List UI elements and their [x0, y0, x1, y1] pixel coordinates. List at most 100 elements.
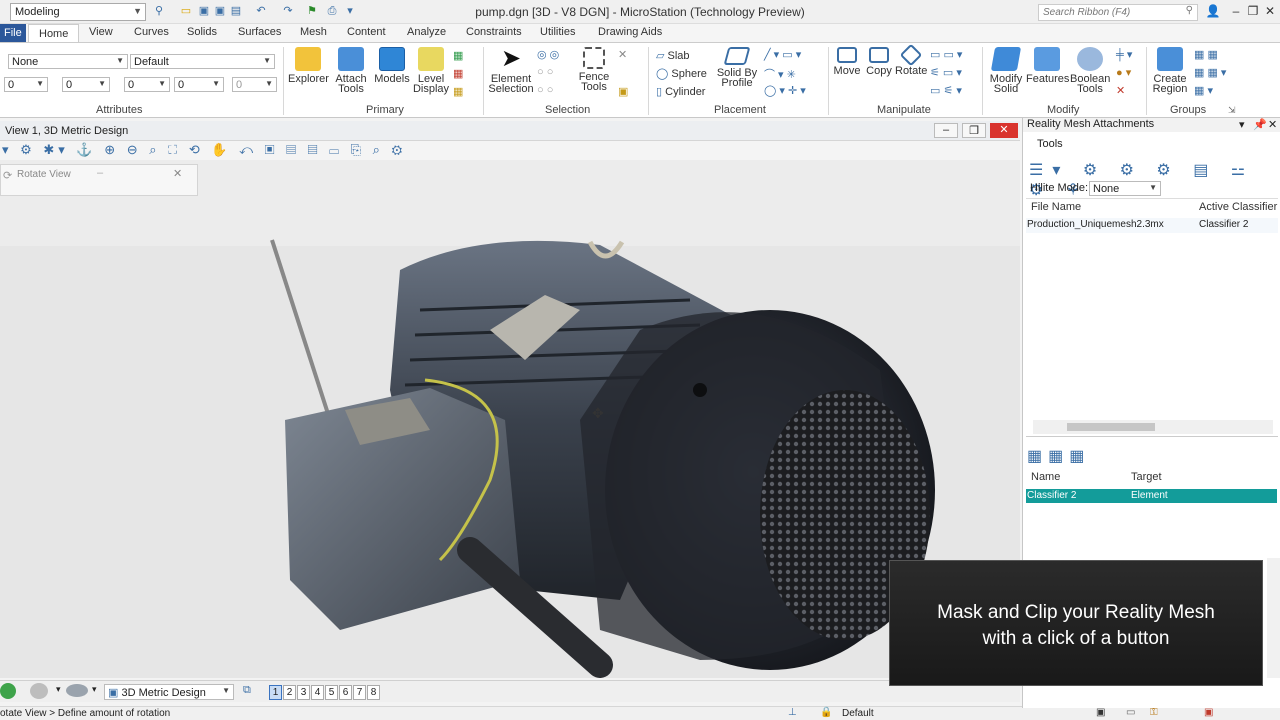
- tab-solids[interactable]: Solids: [181, 26, 223, 38]
- cylinder-tool[interactable]: ▯ Cylinder: [656, 85, 705, 98]
- modify-solid-button[interactable]: Modify Solid: [986, 47, 1026, 95]
- level-display-button[interactable]: Level Display: [412, 47, 450, 95]
- close-icon[interactable]: ✕: [1260, 2, 1280, 20]
- column-header-active-classifier[interactable]: Active Classifier: [1199, 201, 1277, 213]
- shell-icon[interactable]: ● ▾: [1116, 66, 1131, 79]
- clear-fence-icon[interactable]: ✕: [618, 48, 627, 61]
- view-button-1[interactable]: 1: [269, 685, 282, 700]
- explorer-button[interactable]: Explorer: [288, 47, 329, 85]
- lock-status-icon[interactable]: 🔒: [820, 707, 832, 718]
- sphere-tool[interactable]: ◯ Sphere: [656, 67, 707, 80]
- dialog-minimize-icon[interactable]: –: [97, 167, 103, 179]
- mirror-icon[interactable]: ⚟ ▭ ▾: [930, 66, 962, 79]
- snap-icon[interactable]: ⊥: [788, 707, 797, 718]
- attach-tools-button[interactable]: Attach Tools: [332, 47, 370, 95]
- select-all-icon[interactable]: ◎ ◎: [537, 48, 559, 61]
- fillet-icon[interactable]: ╪ ▾: [1116, 48, 1132, 61]
- horizontal-scrollbar[interactable]: [1033, 420, 1273, 434]
- tab-utilities[interactable]: Utilities: [534, 26, 581, 38]
- view-minimize-icon[interactable]: –: [934, 123, 958, 138]
- tab-file[interactable]: File: [0, 24, 26, 42]
- tab-view[interactable]: View: [83, 26, 119, 38]
- raster-icon[interactable]: ▦: [453, 85, 463, 98]
- color-combo[interactable]: 0 ▼: [4, 77, 48, 92]
- classifier-row-selected[interactable]: Classifier 2 Element: [1026, 489, 1277, 503]
- model-icon[interactable]: [66, 684, 88, 697]
- view-groups-icon[interactable]: ⧉: [243, 684, 251, 697]
- view-button-6[interactable]: 6: [339, 685, 352, 700]
- features-button[interactable]: Features: [1026, 47, 1069, 85]
- table-row[interactable]: Production_Uniquemesh2.3mx Classifier 2: [1026, 218, 1278, 233]
- search-ribbon-input[interactable]: Search Ribbon (F4) ⚲: [1038, 4, 1198, 21]
- tab-drawing-aids[interactable]: Drawing Aids: [592, 26, 668, 38]
- tab-curves[interactable]: Curves: [128, 26, 175, 38]
- element-selection-button[interactable]: ➤ Element Selection: [488, 47, 534, 95]
- dialog-close-icon[interactable]: ✕: [173, 167, 182, 180]
- vertical-scrollbar[interactable]: [1267, 558, 1280, 678]
- view-button-2[interactable]: 2: [283, 685, 296, 700]
- view-button-5[interactable]: 5: [325, 685, 338, 700]
- scrollbar-thumb[interactable]: [1067, 423, 1155, 431]
- references-icon[interactable]: ▦: [453, 67, 463, 80]
- solid-by-profile-button[interactable]: Solid By Profile: [716, 47, 758, 89]
- warning-icon[interactable]: ▣: [1204, 707, 1213, 718]
- back-icon[interactable]: [0, 683, 16, 699]
- cell-icon[interactable]: ▦ ▾: [1194, 84, 1213, 97]
- column-header-name[interactable]: Name: [1031, 471, 1060, 483]
- move-button[interactable]: Move: [832, 47, 862, 77]
- hilite-mode-select[interactable]: None ▼: [1089, 181, 1161, 196]
- view-button-8[interactable]: 8: [367, 685, 380, 700]
- view-tools-icons[interactable]: ▾ ⚙ ✱▾ ⚓ ⊕ ⊖ ⌕ ⛶ ⟲ ✋ ⤺ ▣ ▤ ▤ ▭ ⎘ ⌕ ⚙: [2, 142, 406, 158]
- linestyle-combo[interactable]: 0 ▼: [124, 77, 170, 92]
- array-icon[interactable]: ▭ ⚟ ▾: [930, 84, 962, 97]
- user-icon[interactable]: 👤: [1203, 2, 1223, 20]
- fence-tools-button[interactable]: Fence Tools: [576, 47, 612, 93]
- view-restore-icon[interactable]: ❐: [962, 123, 986, 138]
- tab-home[interactable]: Home: [28, 24, 80, 43]
- select-circle-icon[interactable]: ○ ○: [537, 66, 553, 78]
- panel-menu-icon[interactable]: ▾: [1239, 118, 1245, 131]
- level-manager-icon[interactable]: ▦: [453, 49, 463, 62]
- tab-surfaces[interactable]: Surfaces: [232, 26, 287, 38]
- scale-icon[interactable]: ▭ ▭ ▾: [930, 48, 962, 61]
- rotate-button[interactable]: Rotate: [895, 43, 927, 77]
- tab-constraints[interactable]: Constraints: [460, 26, 528, 38]
- tab-content[interactable]: Content: [341, 26, 392, 38]
- delete-icon[interactable]: ✕: [1116, 84, 1125, 97]
- view-button-7[interactable]: 7: [353, 685, 366, 700]
- panel-close-icon[interactable]: ✕: [1268, 118, 1277, 131]
- save-status-icon[interactable]: ▣: [1096, 707, 1105, 718]
- forward-icon[interactable]: [30, 683, 48, 699]
- create-region-button[interactable]: Create Region: [1150, 47, 1190, 95]
- slab-tool[interactable]: ▱ Slab: [656, 49, 690, 62]
- line-icon[interactable]: ╱ ▾ ▭ ▾: [764, 48, 801, 61]
- classifier-tools-icons[interactable]: ▦▦▦: [1027, 446, 1090, 466]
- circle-icon[interactable]: ◯ ▾ ✛ ▾: [764, 84, 806, 97]
- panel-pin-icon[interactable]: 📌: [1253, 118, 1267, 131]
- view-button-4[interactable]: 4: [311, 685, 324, 700]
- copy-button[interactable]: Copy: [864, 47, 894, 77]
- active-level-status[interactable]: Default: [842, 708, 874, 719]
- view-close-icon[interactable]: ✕: [990, 123, 1018, 138]
- arc-icon[interactable]: ⌒ ▾ ✳: [764, 66, 796, 82]
- select-invert-icon[interactable]: ○ ○: [537, 84, 553, 96]
- column-header-target[interactable]: Target: [1131, 471, 1162, 483]
- priority-combo[interactable]: 0 ▼: [232, 77, 277, 92]
- panel-splitter[interactable]: [1026, 436, 1278, 440]
- tools-tab[interactable]: Tools: [1037, 138, 1063, 150]
- level-combo[interactable]: None ▼: [8, 54, 128, 69]
- chevron-down-icon[interactable]: ▾: [92, 684, 97, 695]
- message-icon[interactable]: ▭: [1126, 707, 1135, 718]
- key-icon[interactable]: ⚿: [1150, 707, 1158, 718]
- tab-analyze[interactable]: Analyze: [401, 26, 452, 38]
- weight-combo[interactable]: 0 ▼: [62, 77, 110, 92]
- ribbon-expand-icon[interactable]: ⇲: [1228, 105, 1236, 116]
- style-combo[interactable]: Default ▼: [130, 54, 275, 69]
- models-button[interactable]: Models: [372, 47, 412, 85]
- model-select[interactable]: ▣ 3D Metric Design ▼: [104, 684, 234, 700]
- column-header-file-name[interactable]: File Name: [1031, 201, 1081, 213]
- tab-mesh[interactable]: Mesh: [294, 26, 333, 38]
- boolean-tools-button[interactable]: Boolean Tools: [1070, 47, 1110, 95]
- view-canvas[interactable]: ✥: [0, 160, 1020, 678]
- fence-contents-icon[interactable]: ▣: [618, 85, 628, 98]
